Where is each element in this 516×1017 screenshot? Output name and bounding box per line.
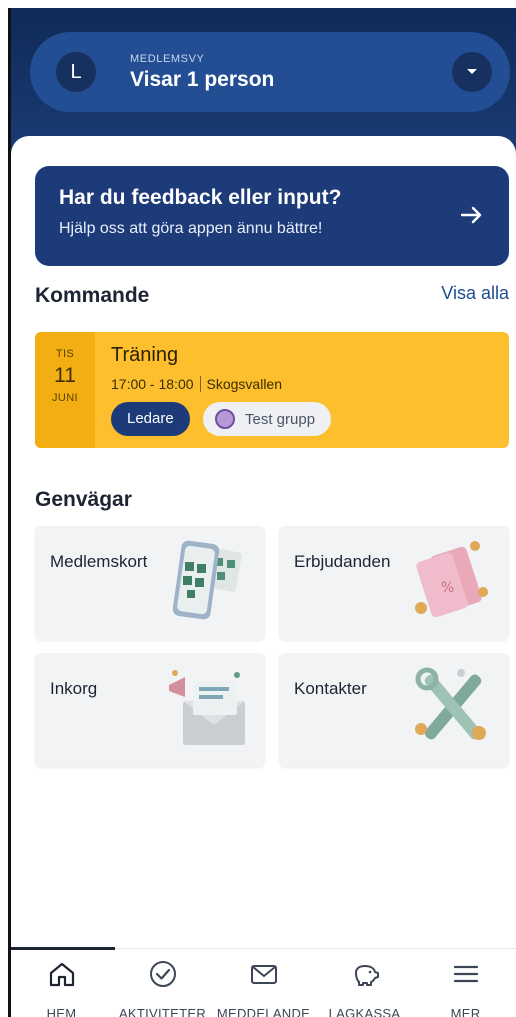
nav-label: MER [450,1006,481,1017]
phone-qr-icon [172,540,242,620]
upcoming-title: Kommande [35,284,150,307]
envelope-megaphone-icon [169,670,245,745]
nav-aktiviteter[interactable]: AKTIVITETER [112,949,213,1017]
shortcut-inkorg[interactable]: Inkorg [35,653,265,767]
event-title: Träning [111,344,179,366]
event-day: 11 [54,364,76,387]
event-card[interactable]: TIS 11 JUNI Träning 17:00 - 18:00 Skogsv… [35,332,509,448]
group-chip[interactable]: Test grupp [203,402,332,436]
check-circle-icon [149,961,176,987]
shortcuts-title: Genvägar [35,488,132,511]
bottom-navigation: HEM AKTIVITETER MEDDELANDE LAGKASSA MER [11,947,516,1017]
member-view-kicker: MEDLEMSVY [130,52,205,65]
active-tab-indicator [11,947,115,950]
piggy-bank-icon [354,965,379,986]
arrow-right-icon [461,206,482,224]
home-icon [49,962,74,987]
shortcut-kontakter[interactable]: Kontakter [279,653,509,767]
svg-text:%: % [441,580,454,596]
shortcut-label: Kontakter [294,679,367,698]
see-all-link[interactable]: Visa alla [441,283,509,304]
group-chip-label: Test grupp [245,410,316,428]
event-time: 17:00 - 18:00 [111,376,194,392]
divider [199,376,201,392]
menu-icon [453,965,478,983]
nav-lagkassa[interactable]: LAGKASSA [314,949,415,1017]
member-view-title: Visar 1 person [130,67,275,91]
event-meta: 17:00 - 18:00 Skogsvallen [111,376,282,392]
role-chip[interactable]: Ledare [111,402,190,436]
main-content: Har du feedback eller input? Hjälp oss a… [11,136,516,956]
feedback-title: Har du feedback eller input? [59,186,342,209]
event-date: TIS 11 JUNI [35,332,95,448]
feedback-subtitle: Hjälp oss att göra appen ännu bättre! [59,220,323,237]
coupon-icon: % [415,541,488,618]
group-logo-icon [215,409,235,429]
feedback-banner[interactable]: Har du feedback eller input? Hjälp oss a… [35,166,509,266]
mail-icon [250,965,277,984]
event-month: JUNI [51,392,79,404]
avatar: L [56,52,96,92]
shortcut-label: Inkorg [50,679,98,698]
shortcut-label: Erbjudanden [294,552,391,571]
nav-label: AKTIVITETER [118,1006,207,1017]
app-screen: L MEDLEMSVY Visar 1 person Har du feedba… [8,8,516,1017]
nav-meddelande[interactable]: MEDDELANDE [213,949,314,1017]
member-view-text: MEDLEMSVY Visar 1 person [130,53,274,92]
member-view-selector[interactable]: L MEDLEMSVY Visar 1 person [30,32,510,112]
nav-mer[interactable]: MER [415,949,516,1017]
event-location: Skogsvallen [206,376,283,392]
event-weekday: TIS [55,348,75,360]
nav-hem[interactable]: HEM [11,949,112,1017]
shortcut-erbjudanden[interactable]: Erbjudanden % [279,526,509,640]
nav-label: LAGKASSA [328,1006,401,1017]
chevron-down-icon[interactable] [452,52,492,92]
shortcut-label: Medlemskort [50,552,148,571]
tools-icon [415,667,486,740]
shortcut-medlemskort[interactable]: Medlemskort [35,526,265,640]
nav-label: HEM [46,1006,77,1017]
nav-label: MEDDELANDE [216,1006,311,1017]
